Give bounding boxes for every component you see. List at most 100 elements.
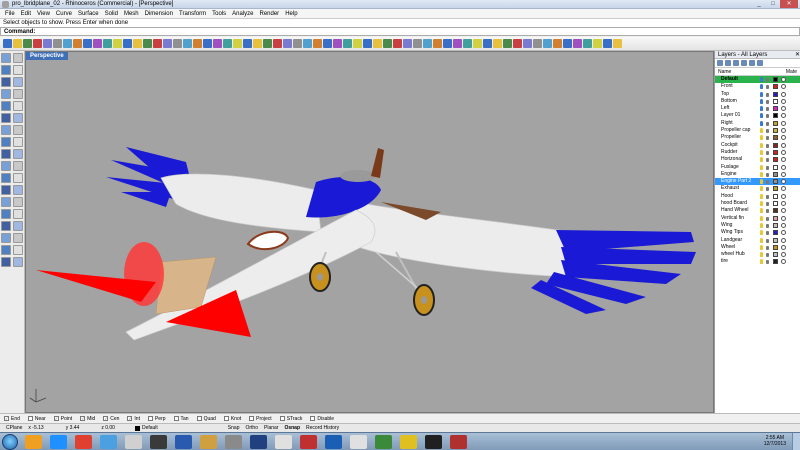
layer-color-swatch[interactable] xyxy=(773,135,778,141)
panel-close-icon[interactable]: ✕ xyxy=(795,51,800,58)
osnap-end[interactable]: ✓ End xyxy=(4,416,20,422)
layer-row[interactable]: Propeller xyxy=(715,134,800,141)
lock-icon[interactable] xyxy=(766,260,769,265)
layer-color-swatch[interactable] xyxy=(773,252,778,258)
material-icon[interactable] xyxy=(781,77,786,82)
layer-row[interactable]: Front xyxy=(715,83,800,90)
new-layer-icon[interactable] xyxy=(717,60,723,66)
toolbar-tool-icon[interactable] xyxy=(243,39,252,48)
taskbar-app-icon[interactable] xyxy=(200,435,217,449)
toolbar-tool-icon[interactable] xyxy=(263,39,272,48)
side-tool-icon[interactable] xyxy=(13,77,23,87)
toolbar-tool-icon[interactable] xyxy=(543,39,552,48)
layer-row[interactable]: tire xyxy=(715,258,800,265)
material-icon[interactable] xyxy=(781,84,786,90)
layer-color-swatch[interactable] xyxy=(773,171,778,177)
taskbar-app-icon[interactable] xyxy=(175,435,192,449)
material-icon[interactable] xyxy=(781,120,786,126)
osnap-near[interactable]: Near xyxy=(27,416,46,422)
side-tool-icon[interactable] xyxy=(1,161,11,171)
layer-color-swatch[interactable] xyxy=(773,106,778,112)
layer-color-swatch[interactable] xyxy=(773,259,778,265)
layer-row[interactable]: Landgear xyxy=(715,237,800,244)
ortho-toggle[interactable]: Ortho xyxy=(245,425,258,431)
layer-row[interactable]: hood Board xyxy=(715,200,800,207)
layer-row[interactable]: Default xyxy=(715,76,800,84)
toolbar-tool-icon[interactable] xyxy=(303,39,312,48)
toolbar-tool-icon[interactable] xyxy=(433,39,442,48)
taskbar-app-icon[interactable] xyxy=(325,435,342,449)
side-tool-icon[interactable] xyxy=(1,137,11,147)
toolbar-tool-icon[interactable] xyxy=(13,39,22,48)
toolbar-tool-icon[interactable] xyxy=(333,39,342,48)
layer-color-swatch[interactable] xyxy=(773,98,778,104)
toolbar-tool-icon[interactable] xyxy=(513,39,522,48)
delete-layer-icon[interactable] xyxy=(733,60,739,66)
toolbar-tool-icon[interactable] xyxy=(233,39,242,48)
osnap-mid[interactable]: ✓ Mid xyxy=(80,416,95,422)
toolbar-tool-icon[interactable] xyxy=(203,39,212,48)
visibility-bulb-icon[interactable] xyxy=(760,120,763,126)
side-tool-icon[interactable] xyxy=(13,233,23,243)
material-icon[interactable] xyxy=(781,215,786,221)
toolbar-tool-icon[interactable] xyxy=(313,39,322,48)
toolbar-tool-icon[interactable] xyxy=(363,39,372,48)
status-layer-swatch[interactable] xyxy=(134,425,140,431)
lock-icon[interactable] xyxy=(766,172,769,177)
toolbar-tool-icon[interactable] xyxy=(93,39,102,48)
toolbar-tool-icon[interactable] xyxy=(403,39,412,48)
layer-row[interactable]: Propeller cap xyxy=(715,127,800,134)
osnap-tan[interactable]: Tan xyxy=(173,416,189,422)
layer-color-swatch[interactable] xyxy=(773,77,778,82)
layer-color-swatch[interactable] xyxy=(773,149,778,155)
side-tool-icon[interactable] xyxy=(1,149,11,159)
layer-row[interactable]: Engine xyxy=(715,171,800,178)
side-tool-icon[interactable] xyxy=(13,137,23,147)
lock-icon[interactable] xyxy=(766,136,769,141)
osnap-toggle[interactable]: Osnap xyxy=(284,425,300,431)
osnap-checkbox[interactable]: ✓ xyxy=(4,416,9,421)
material-icon[interactable] xyxy=(781,230,786,236)
osnap-strack[interactable]: STrack xyxy=(279,416,302,422)
layer-color-swatch[interactable] xyxy=(773,113,778,119)
side-tool-icon[interactable] xyxy=(13,149,23,159)
start-button[interactable] xyxy=(2,434,18,450)
toolbar-tool-icon[interactable] xyxy=(103,39,112,48)
layer-row[interactable]: Left xyxy=(715,105,800,112)
material-icon[interactable] xyxy=(781,259,786,265)
visibility-bulb-icon[interactable] xyxy=(760,244,763,250)
menu-help[interactable]: Help xyxy=(282,11,300,17)
lock-icon[interactable] xyxy=(766,85,769,90)
perspective-viewport[interactable]: Perspective xyxy=(25,51,714,413)
material-icon[interactable] xyxy=(781,193,786,199)
visibility-bulb-icon[interactable] xyxy=(760,91,763,97)
layer-row[interactable]: Engine Part 2 xyxy=(715,178,800,186)
menu-transform[interactable]: Transform xyxy=(176,11,209,17)
toolbar-tool-icon[interactable] xyxy=(353,39,362,48)
toolbar-tool-icon[interactable] xyxy=(423,39,432,48)
toolbar-tool-icon[interactable] xyxy=(63,39,72,48)
material-icon[interactable] xyxy=(781,244,786,250)
toolbar-tool-icon[interactable] xyxy=(53,39,62,48)
record-history-toggle[interactable]: Record History xyxy=(306,425,339,431)
show-desktop-button[interactable] xyxy=(792,433,800,450)
osnap-perp[interactable]: Perp xyxy=(147,416,166,422)
toolbar-tool-icon[interactable] xyxy=(553,39,562,48)
lock-icon[interactable] xyxy=(766,99,769,104)
toolbar-tool-icon[interactable] xyxy=(613,39,622,48)
layer-row[interactable]: Right xyxy=(715,120,800,127)
osnap-checkbox[interactable] xyxy=(223,416,229,421)
layer-color-swatch[interactable] xyxy=(773,237,778,243)
layer-color-swatch[interactable] xyxy=(773,157,778,163)
layer-color-swatch[interactable] xyxy=(773,244,778,250)
side-tool-icon[interactable] xyxy=(1,89,11,99)
lock-icon[interactable] xyxy=(766,231,769,236)
toolbar-tool-icon[interactable] xyxy=(463,39,472,48)
toolbar-tool-icon[interactable] xyxy=(273,39,282,48)
layer-row[interactable]: Hand Wheel xyxy=(715,207,800,214)
layer-color-swatch[interactable] xyxy=(773,120,778,126)
toolbar-tool-icon[interactable] xyxy=(473,39,482,48)
taskbar-app-icon[interactable] xyxy=(225,435,242,449)
lock-icon[interactable] xyxy=(766,129,769,134)
side-tool-icon[interactable] xyxy=(13,245,23,255)
